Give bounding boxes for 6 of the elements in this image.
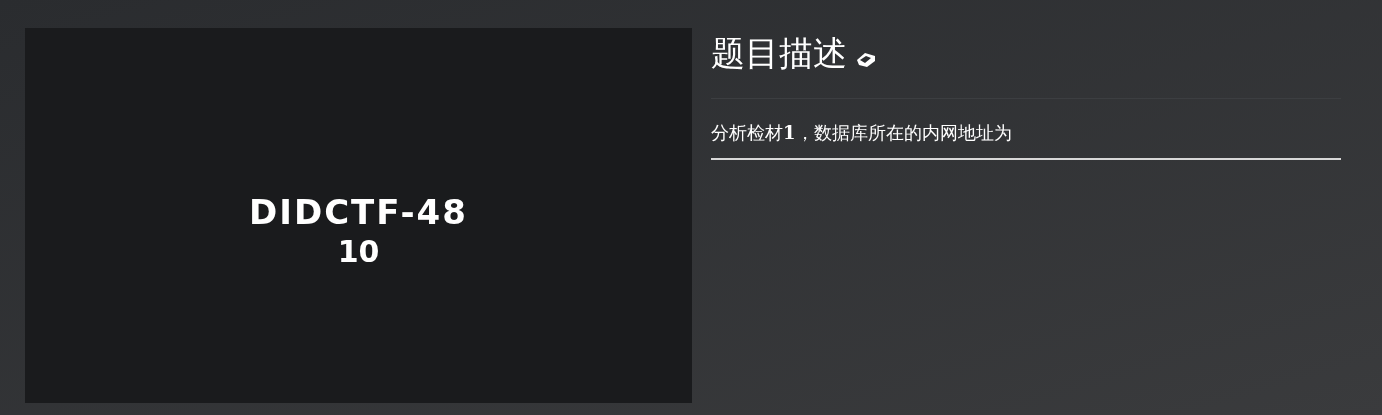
challenge-title: DIDCTF-48 — [249, 194, 468, 229]
challenge-points: 10 — [337, 236, 380, 267]
description-text: 分析检材1，数据库所在的内网地址为 — [711, 121, 1013, 145]
challenge-card[interactable]: DIDCTF-48 10 — [25, 28, 692, 403]
eraser-icon — [855, 50, 877, 68]
section-heading: 题目描述 — [711, 36, 847, 70]
